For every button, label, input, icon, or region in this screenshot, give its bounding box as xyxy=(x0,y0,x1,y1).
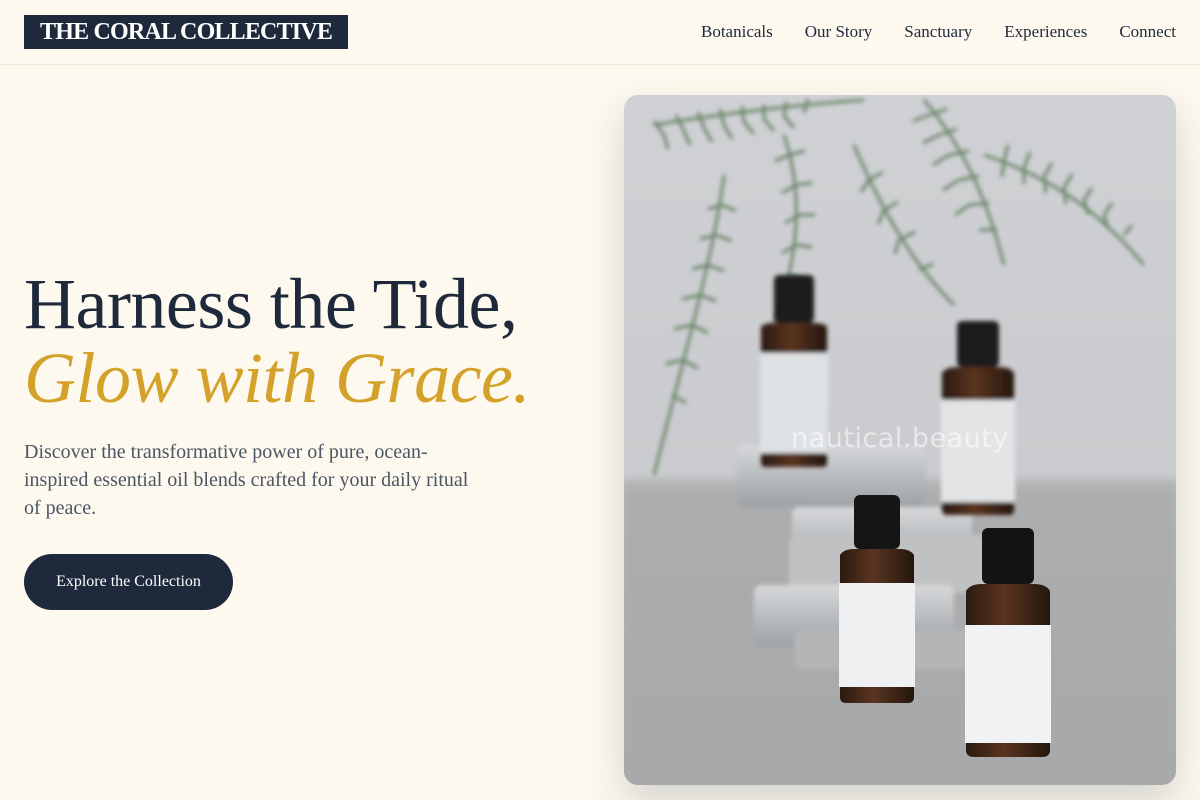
nav-link-experiences[interactable]: Experiences xyxy=(1004,20,1087,44)
hero-headline: Harness the Tide, Glow with Grace. xyxy=(24,268,604,414)
explore-collection-button[interactable]: Explore the Collection xyxy=(24,554,233,610)
nav-link-sanctuary[interactable]: Sanctuary xyxy=(904,20,972,44)
main-nav: Botanicals Our Story Sanctuary Experienc… xyxy=(701,20,1176,44)
brand-logo[interactable]: THE CORAL COLLECTIVE xyxy=(24,15,349,49)
site-header: THE CORAL COLLECTIVE Botanicals Our Stor… xyxy=(0,0,1200,65)
nav-link-connect[interactable]: Connect xyxy=(1119,20,1176,44)
headline-line-2: Glow with Grace. xyxy=(24,338,530,418)
image-watermark: nautical.beauty xyxy=(791,423,1009,454)
hero-product-image: nautical.beauty xyxy=(624,95,1176,785)
nav-link-botanicals[interactable]: Botanicals xyxy=(701,20,773,44)
hero-description: Discover the transformative power of pur… xyxy=(24,441,469,519)
nav-link-our-story[interactable]: Our Story xyxy=(805,20,873,44)
headline-line-1: Harness the Tide, xyxy=(24,264,518,344)
